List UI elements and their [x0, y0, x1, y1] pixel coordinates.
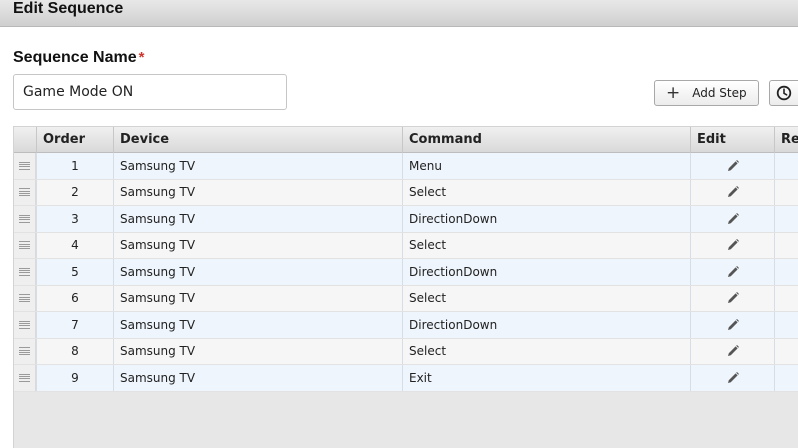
- re-cell: [774, 206, 798, 232]
- re-cell: [774, 285, 798, 311]
- re-cell: [774, 338, 798, 364]
- table-row[interactable]: 4 Samsung TV Select: [14, 232, 798, 259]
- table-row[interactable]: 9 Samsung TV Exit: [14, 365, 798, 392]
- clock-icon: [776, 85, 792, 101]
- order-cell: 5: [36, 259, 113, 285]
- re-cell: [774, 259, 798, 285]
- table-row[interactable]: 1 Samsung TV Menu: [14, 153, 798, 180]
- pencil-icon[interactable]: [726, 344, 740, 358]
- re-cell: [774, 153, 798, 179]
- drag-handle-icon[interactable]: [14, 179, 36, 205]
- order-cell: 1: [36, 153, 113, 179]
- page-title: Edit Sequence: [13, 0, 124, 17]
- device-cell: Samsung TV: [113, 153, 402, 179]
- pencil-icon[interactable]: [726, 238, 740, 252]
- table-row[interactable]: 6 Samsung TV Select: [14, 285, 798, 312]
- edit-cell: [690, 338, 774, 364]
- edit-cell: [690, 232, 774, 258]
- column-header-command[interactable]: Command: [402, 127, 690, 153]
- sequence-name-label: Sequence Name *: [13, 49, 144, 67]
- pencil-icon[interactable]: [726, 159, 740, 173]
- sequence-name-label-text: Sequence Name: [13, 49, 137, 66]
- device-cell: Samsung TV: [113, 206, 402, 232]
- device-cell: Samsung TV: [113, 232, 402, 258]
- order-cell: 6: [36, 285, 113, 311]
- table-row[interactable]: 7 Samsung TV DirectionDown: [14, 312, 798, 339]
- device-cell: Samsung TV: [113, 312, 402, 338]
- pencil-icon[interactable]: [726, 291, 740, 305]
- drag-handle-icon[interactable]: [14, 312, 36, 338]
- table-row[interactable]: 3 Samsung TV DirectionDown: [14, 206, 798, 233]
- pencil-icon[interactable]: [726, 265, 740, 279]
- column-header-device[interactable]: Device: [113, 127, 402, 153]
- handle-column-header: [14, 127, 36, 153]
- drag-handle-icon[interactable]: [14, 232, 36, 258]
- edit-cell: [690, 365, 774, 391]
- history-button[interactable]: [769, 80, 798, 106]
- device-cell: Samsung TV: [113, 285, 402, 311]
- steps-grid: Order Device Command Edit Re 1 Samsung TV…: [13, 126, 798, 448]
- command-cell: Select: [402, 285, 690, 311]
- device-cell: Samsung TV: [113, 365, 402, 391]
- table-row[interactable]: 8 Samsung TV Select: [14, 338, 798, 365]
- re-cell: [774, 179, 798, 205]
- edit-cell: [690, 179, 774, 205]
- plus-icon: +: [666, 82, 681, 103]
- edit-cell: [690, 153, 774, 179]
- command-cell: Select: [402, 338, 690, 364]
- order-cell: 4: [36, 232, 113, 258]
- drag-handle-icon[interactable]: [14, 259, 36, 285]
- edit-cell: [690, 259, 774, 285]
- re-cell: [774, 232, 798, 258]
- order-cell: 2: [36, 179, 113, 205]
- add-step-label: Add Step: [692, 86, 747, 100]
- pencil-icon[interactable]: [726, 185, 740, 199]
- grid-header: Order Device Command Edit Re: [14, 127, 798, 153]
- device-cell: Samsung TV: [113, 338, 402, 364]
- order-cell: 3: [36, 206, 113, 232]
- required-marker: *: [138, 49, 145, 66]
- drag-handle-icon[interactable]: [14, 338, 36, 364]
- command-cell: Select: [402, 179, 690, 205]
- grid-rows: 1 Samsung TV Menu 2 Samsung TV Select 3 Samsung…: [14, 153, 798, 392]
- order-cell: 7: [36, 312, 113, 338]
- sequence-name-input[interactable]: [13, 74, 287, 110]
- command-cell: Select: [402, 232, 690, 258]
- device-cell: Samsung TV: [113, 259, 402, 285]
- command-cell: DirectionDown: [402, 206, 690, 232]
- pencil-icon[interactable]: [726, 371, 740, 385]
- order-cell: 8: [36, 338, 113, 364]
- title-bar: Edit Sequence: [0, 0, 798, 27]
- re-cell: [774, 365, 798, 391]
- command-cell: DirectionDown: [402, 312, 690, 338]
- re-cell: [774, 312, 798, 338]
- drag-handle-icon[interactable]: [14, 206, 36, 232]
- column-header-order[interactable]: Order: [36, 127, 113, 153]
- add-step-button[interactable]: + Add Step: [654, 80, 759, 106]
- device-cell: Samsung TV: [113, 179, 402, 205]
- edit-cell: [690, 206, 774, 232]
- column-header-re[interactable]: Re: [774, 127, 798, 153]
- table-row[interactable]: 2 Samsung TV Select: [14, 179, 798, 206]
- table-row[interactable]: 5 Samsung TV DirectionDown: [14, 259, 798, 286]
- command-cell: Menu: [402, 153, 690, 179]
- drag-handle-icon[interactable]: [14, 365, 36, 391]
- command-cell: DirectionDown: [402, 259, 690, 285]
- order-cell: 9: [36, 365, 113, 391]
- drag-handle-icon[interactable]: [14, 285, 36, 311]
- pencil-icon[interactable]: [726, 212, 740, 226]
- drag-handle-icon[interactable]: [14, 153, 36, 179]
- edit-cell: [690, 312, 774, 338]
- command-cell: Exit: [402, 365, 690, 391]
- column-header-edit[interactable]: Edit: [690, 127, 774, 153]
- edit-cell: [690, 285, 774, 311]
- pencil-icon[interactable]: [726, 318, 740, 332]
